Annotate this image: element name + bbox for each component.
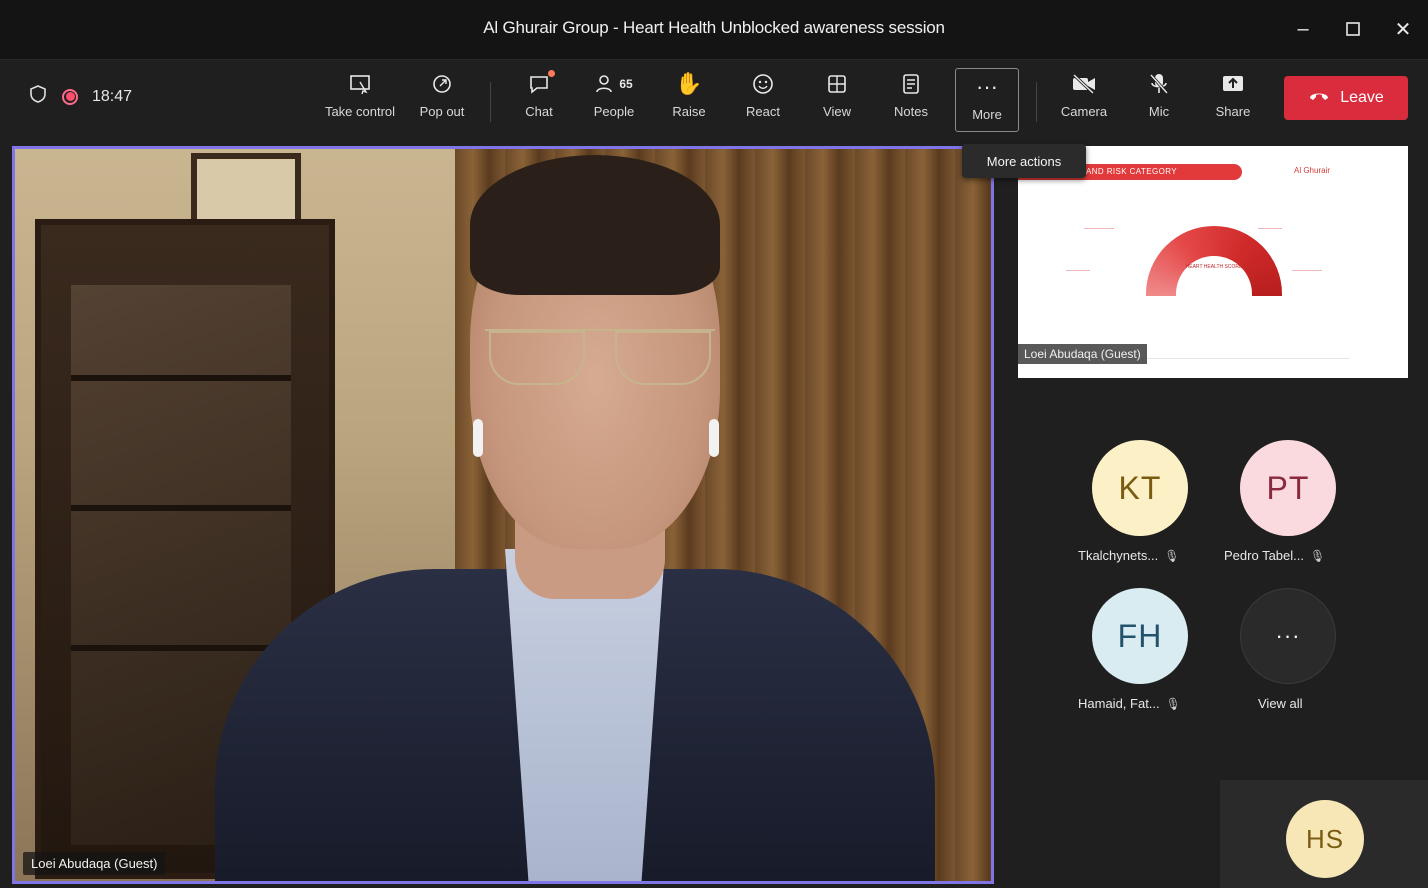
camera-off-icon (1071, 68, 1097, 100)
share-button[interactable]: Share (1208, 68, 1258, 132)
smiley-icon (751, 68, 775, 100)
raise-hand-icon: ✋ (675, 71, 703, 96)
participant-name-kt: Tkalchynets... 🎙 (1078, 548, 1180, 563)
raise-hand-button[interactable]: ✋ Raise (664, 68, 714, 132)
toolbar-divider (490, 82, 491, 122)
main-video-name: Loei Abudaqa (Guest) (23, 852, 166, 875)
chat-unread-dot (548, 70, 555, 77)
main-video-tile[interactable]: Loei Abudaqa (Guest) (12, 146, 994, 884)
mic-off-icon: 🎙 (1164, 548, 1180, 563)
mic-button[interactable]: Mic (1134, 68, 1184, 132)
view-grid-icon (826, 68, 848, 100)
earbud-icon (473, 419, 483, 457)
pop-out-icon (430, 68, 454, 100)
camera-button[interactable]: Camera (1056, 68, 1112, 132)
recording-icon (62, 88, 78, 105)
phone-hangup-icon (1308, 89, 1330, 108)
self-avatar: HS (1286, 800, 1364, 878)
toolbar-divider (1036, 82, 1037, 122)
pop-out-button[interactable]: Pop out (410, 68, 474, 132)
title-bar: Al Ghurair Group - Heart Health Unblocke… (0, 0, 1428, 60)
react-button[interactable]: React (738, 68, 788, 132)
mic-off-icon (1148, 68, 1170, 100)
more-dots-icon: ··· (976, 74, 998, 99)
participant-avatar-pt[interactable]: PT (1240, 440, 1336, 536)
leave-button[interactable]: Leave (1284, 76, 1408, 120)
chat-button[interactable]: Chat (512, 68, 566, 132)
more-button[interactable]: ··· More (955, 68, 1019, 132)
more-actions-tooltip: More actions (962, 144, 1086, 178)
people-icon: 65 (595, 68, 633, 100)
maximize-icon[interactable] (1336, 14, 1370, 44)
take-control-icon (348, 68, 372, 100)
shared-content-name: Loei Abudaqa (Guest) (1018, 344, 1147, 364)
minimize-icon[interactable]: – (1286, 14, 1320, 44)
chat-icon (527, 68, 555, 100)
participant-avatar-kt[interactable]: KT (1092, 440, 1188, 536)
participant-name-pt: Pedro Tabel... 🎙 (1224, 548, 1326, 563)
mic-off-icon: 🎙 (1309, 548, 1326, 563)
people-button[interactable]: 65 People (584, 68, 644, 132)
close-icon[interactable]: ✕ (1386, 14, 1420, 44)
self-view-tile[interactable]: HS (1220, 780, 1428, 888)
teams-meeting-window: Al Ghurair Group - Heart Health Unblocke… (0, 0, 1428, 888)
participant-avatar-fh[interactable]: FH (1092, 588, 1188, 684)
meeting-timer: 18:47 (92, 87, 133, 105)
participant-name-fh: Hamaid, Fat... 🎙 (1078, 696, 1181, 711)
earbud-icon (709, 419, 719, 457)
slide-logo: Al Ghurair (1294, 166, 1331, 175)
speaker-hair (470, 155, 720, 295)
notes-button[interactable]: Notes (886, 68, 936, 132)
speaker-glasses (485, 329, 715, 389)
meeting-status: 18:47 (28, 84, 132, 109)
shield-icon (28, 84, 48, 109)
share-screen-icon (1221, 68, 1245, 100)
people-count: 65 (619, 77, 633, 91)
more-dots-icon: ··· (1275, 623, 1301, 648)
mic-off-icon: 🎙 (1165, 696, 1181, 711)
window-title: Al Ghurair Group - Heart Health Unblocke… (483, 18, 945, 37)
slide-gauge (1146, 226, 1282, 296)
meeting-toolbar: 18:47 Take control Pop out Chat 65 Peopl… (0, 60, 1428, 142)
view-all-label: View all (1258, 696, 1303, 711)
notes-icon (900, 68, 922, 100)
view-button[interactable]: View (812, 68, 862, 132)
take-control-button[interactable]: Take control (318, 68, 402, 132)
slide-gauge-label: HEART HEALTH SCORE (1185, 264, 1243, 270)
view-all-button[interactable]: ··· (1240, 588, 1336, 684)
shared-content-tile[interactable]: AND RISK CATEGORY Al Ghurair ————— ———— … (1018, 146, 1408, 378)
